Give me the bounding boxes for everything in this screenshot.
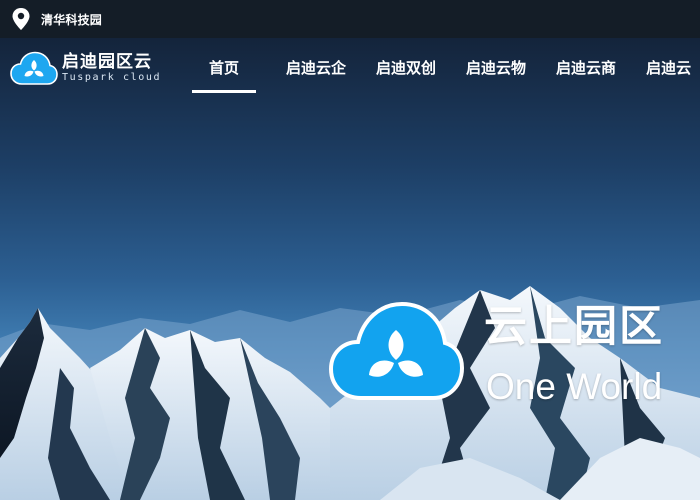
nav-item-cloud-commerce[interactable]: 启迪云商 [556,38,616,96]
hero-slogan-en: One World [486,366,663,407]
hero-cloud-logo-icon [328,301,464,400]
hero-slogan-cn: 云上园区 [484,302,664,352]
brand-logo[interactable]: 启迪园区云 Tuspark cloud [10,50,161,86]
nav-item-cloud-more[interactable]: 启迪云 [646,38,691,96]
brand-name-cn: 启迪园区云 [62,52,152,72]
brand-name-en: Tuspark cloud [62,72,162,83]
mountain-landscape-image [0,286,700,500]
location-label[interactable]: 清华科技园 [41,11,102,28]
main-header: 启迪园区云 Tuspark cloud 首页 启迪云企 启迪双创 启迪云物 启迪… [0,38,700,96]
nav-item-cloud-goods[interactable]: 启迪云物 [466,38,526,96]
hero-banner [0,38,700,500]
cloud-trillium-logo-icon [10,51,58,85]
nav-item-home[interactable]: 首页 [192,38,256,96]
map-pin-icon [12,8,30,30]
nav-item-innovation[interactable]: 启迪双创 [376,38,436,96]
main-nav: 首页 启迪云企 启迪双创 启迪云物 启迪云商 启迪云 [192,38,691,96]
location-bar: 清华科技园 [0,0,700,38]
brand-text: 启迪园区云 Tuspark cloud [62,52,161,84]
nav-item-cloud-enterprise[interactable]: 启迪云企 [286,38,346,96]
